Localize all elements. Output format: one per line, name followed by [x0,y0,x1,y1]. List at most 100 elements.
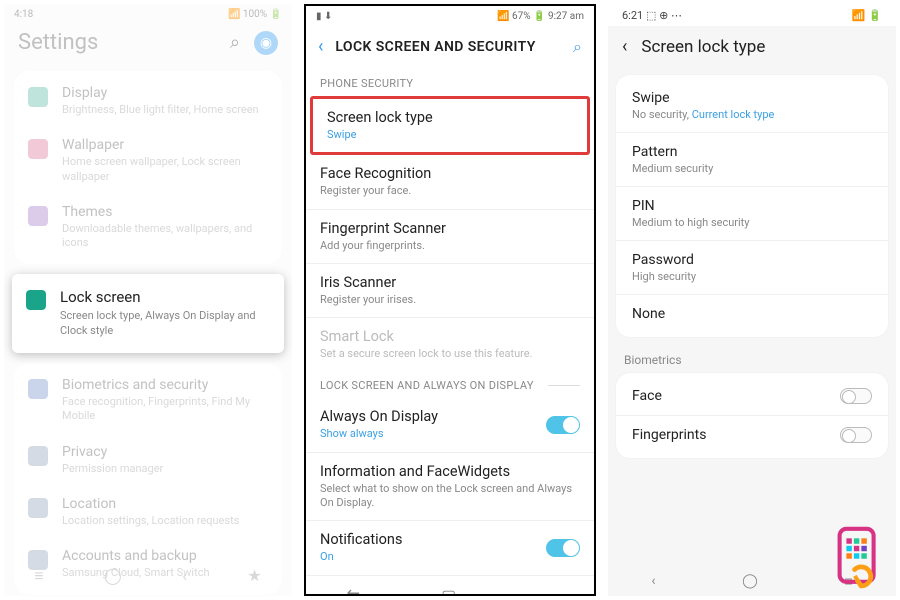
settings-item[interactable]: Location Location settings, Location req… [14,486,282,538]
lock-type-item[interactable]: None [616,295,888,333]
item-icon [28,446,48,466]
item-title: Pattern [632,144,713,160]
item-subtitle: Brightness, Blue light filter, Home scre… [62,103,259,117]
recents-icon[interactable]: ⇆ [347,586,360,596]
back-icon[interactable]: ‹ [318,36,323,57]
settings-item[interactable]: Face Recognition Register your face. [306,155,594,209]
aod-list: Always On DisplayShow alwaysInformation … [306,398,594,574]
settings-item[interactable]: Wallpaper Home screen wallpaper, Lock sc… [14,127,282,194]
item-title: Privacy [62,444,163,460]
settings-item: Smart LockSet a secure screen lock to us… [306,318,594,371]
lock-type-item[interactable]: Swipe No security, Current lock type [616,79,888,133]
page-title: LOCK SCREEN AND SECURITY [335,39,561,55]
settings-item[interactable]: Always On DisplayShow always [306,398,594,452]
sidebar-item-lockscreen[interactable]: Lock screen Screen lock type, Always On … [12,274,284,353]
home-icon[interactable]: ▢ [441,586,456,596]
item-title: Fingerprint Scanner [320,220,446,237]
section-biometrics: Biometrics [608,347,896,373]
settings-item[interactable]: Notifications On [306,521,594,574]
toggle-on[interactable] [546,539,580,557]
item-subtitle: No security, Current lock type [632,108,774,121]
item-subtitle: Face recognition, Fingerprints, Find My … [62,395,268,424]
item-title: Face [632,388,662,404]
item-title: Face Recognition [320,165,431,182]
phone-lockscreen-security: ▮ ⬇ 📶 67% 🔋 9:27 am ‹ LOCK SCREEN AND SE… [304,4,596,596]
item-subtitle: Select what to show on the Lock screen a… [320,482,580,511]
toggle-off[interactable] [840,427,872,443]
settings-item[interactable]: Screen lock typeSwipe [313,99,587,152]
item-title: Swipe [632,90,774,106]
profile-avatar[interactable]: ◉ [254,31,278,55]
star-icon[interactable]: ★ [247,566,261,586]
status-right: 📶 67% 🔋 9:27 am [497,11,584,22]
settings-item[interactable]: Iris Scanner Register your irises. [306,264,594,318]
toggle-on[interactable] [546,416,580,434]
item-icon [28,139,48,159]
item-subtitle: Register your face. [320,184,431,198]
recents-icon[interactable]: ≡ [34,566,43,586]
item-icon [28,206,48,226]
status-bar: 6:21 ⬚ ⊕ ⋯ 📶 🔋 [608,4,896,26]
lock-type-item[interactable]: Password High security [616,241,888,295]
item-title: Biometrics and security [62,377,268,393]
settings-item[interactable]: Themes Downloadable themes, wallpapers, … [14,194,282,261]
home-icon[interactable]: ◯ [742,573,758,590]
nav-bar: ≡ ◯ ‹ ★ [4,556,292,596]
lock-type-item[interactable]: Pattern Medium security [616,133,888,187]
lock-type-item[interactable]: Fingerprints [616,416,888,454]
status-icons: ⬚ ⊕ ⋯ [646,9,682,22]
highlighted-item: Screen lock typeSwipe [310,96,590,155]
search-icon[interactable]: ⌕ [230,32,240,53]
status-bar: 4:18 📶 100% 🔋 [4,4,292,24]
item-title: Lock screen [60,288,270,306]
section-lockscreen-aod: LOCK SCREEN AND ALWAYS ON DISPLAY [306,371,594,398]
back-icon[interactable]: ‹ [622,36,627,57]
item-icon [28,498,48,518]
item-subtitle: Home screen wallpaper, Lock screen wallp… [62,155,268,184]
status-time: 6:21 [622,9,643,22]
phone-settings: 4:18 📶 100% 🔋 Settings ⌕ ◉ Display Brigh… [4,4,292,596]
settings-item[interactable]: Display Brightness, Blue light filter, H… [14,75,282,127]
settings-item[interactable]: Information and FaceWidgetsSelect what t… [306,453,594,522]
status-left: ▮ ⬇ [316,11,332,22]
item-subtitle: Add your fingerprints. [320,239,446,253]
item-subtitle: Medium security [632,162,713,175]
status-right: 📶 🔋 [852,9,882,22]
nav-bar: ⇆ ▢ ← [306,575,594,596]
item-title: Password [632,252,696,268]
item-title: Location [62,496,239,512]
settings-header: Settings ⌕ ◉ [4,24,292,65]
back-icon[interactable]: ← [537,586,553,596]
item-subtitle: On [320,550,402,564]
item-subtitle: Set a secure screen lock to use this fea… [320,347,533,361]
item-subtitle: Screen lock type, Always On Display and … [60,309,270,339]
brand-logo [826,522,894,594]
settings-item[interactable]: Privacy Permission manager [14,434,282,486]
item-subtitle: Register your irises. [320,293,416,307]
item-subtitle: Permission manager [62,462,163,476]
back-icon[interactable]: ‹ [182,566,187,586]
item-icon [28,87,48,107]
item-title: Iris Scanner [320,274,416,291]
search-icon[interactable]: ⌕ [573,37,582,57]
status-time: 4:18 [14,9,33,20]
header: ‹ LOCK SCREEN AND SECURITY ⌕ [306,26,594,69]
item-title: Display [62,85,259,101]
status-right: 📶 100% 🔋 [228,9,282,20]
home-icon[interactable]: ◯ [104,566,122,586]
phone-screen-lock-type: 6:21 ⬚ ⊕ ⋯ 📶 🔋 ‹ Screen lock type SwipeN… [608,4,896,596]
item-title: Notifications [320,531,402,548]
item-subtitle: Location settings, Location requests [62,514,239,528]
settings-item[interactable]: Biometrics and security Face recognition… [14,367,282,434]
settings-item[interactable]: Fingerprint Scanner Add your fingerprints… [306,210,594,264]
lock-type-item[interactable]: Face [616,377,888,416]
back-icon[interactable]: ‹ [651,573,655,590]
item-title: Themes [62,204,268,220]
item-icon [28,379,48,399]
item-title: Fingerprints [632,427,706,443]
item-title: Wallpaper [62,137,268,153]
toggle-off[interactable] [840,388,872,404]
item-subtitle: Medium to high security [632,216,749,229]
lock-type-item[interactable]: PINMedium to high security [616,187,888,241]
item-subtitle: High security [632,270,696,283]
